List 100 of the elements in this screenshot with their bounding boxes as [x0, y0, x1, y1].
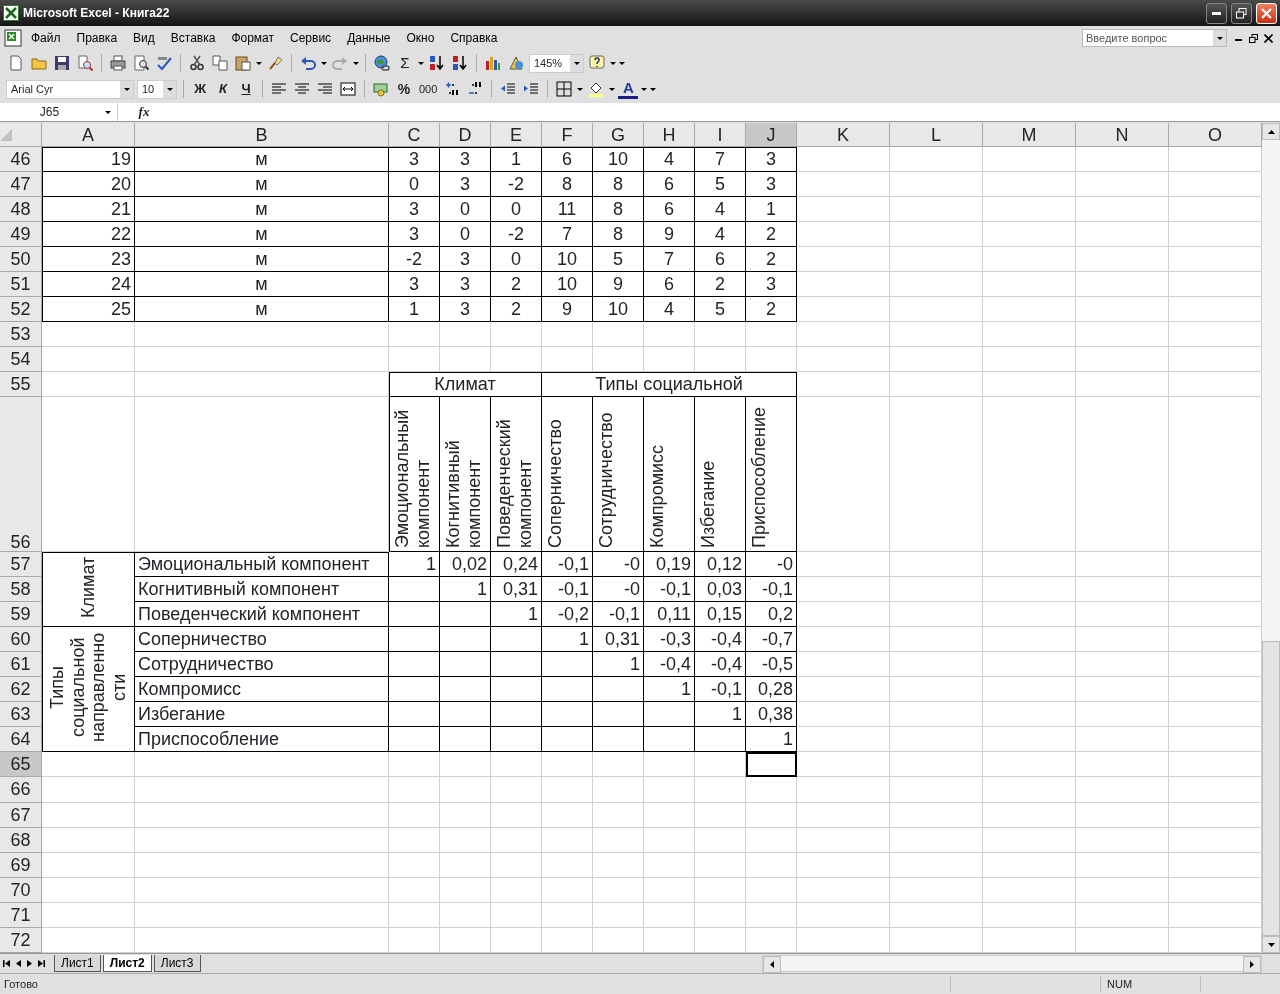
row-header[interactable]: 72	[0, 927, 42, 953]
sort-ascending-icon[interactable]	[429, 55, 445, 71]
scroll-up-button[interactable]	[1262, 123, 1280, 140]
sheet-tab[interactable]: Лист1	[54, 955, 101, 972]
caret-icon[interactable]	[1216, 36, 1223, 40]
bold-button[interactable]: Ж	[190, 78, 210, 100]
close-button[interactable]	[1256, 2, 1277, 24]
column-header[interactable]: B	[135, 123, 389, 147]
sheet-tab[interactable]: Лист2	[102, 955, 152, 972]
print-preview-icon[interactable]	[133, 55, 149, 71]
row-header[interactable]: 46	[0, 147, 42, 173]
menu-item[interactable]: Сервис	[283, 28, 339, 48]
row-header[interactable]: 64	[0, 727, 42, 753]
row-header[interactable]: 63	[0, 702, 42, 728]
row-header[interactable]: 49	[0, 222, 42, 248]
menu-item[interactable]: Правка	[69, 28, 125, 48]
underline-button[interactable]: Ч	[236, 78, 256, 100]
row-header[interactable]: 52	[0, 297, 42, 323]
percent-button[interactable]: %	[394, 78, 414, 100]
folder-icon[interactable]	[31, 55, 47, 71]
first-sheet-icon[interactable]	[3, 960, 10, 967]
insert-function-button[interactable]: fx	[118, 102, 170, 122]
column-header[interactable]: K	[797, 123, 890, 147]
previous-sheet-icon[interactable]	[16, 960, 21, 967]
currency-icon[interactable]	[373, 81, 389, 97]
scroll-right-button[interactable]	[1243, 956, 1261, 973]
row-header[interactable]: 67	[0, 802, 42, 828]
column-header[interactable]: F	[542, 123, 593, 147]
clipboard-icon[interactable]	[235, 55, 251, 71]
caret-icon[interactable]	[418, 61, 424, 65]
workbook-icon[interactable]	[4, 29, 22, 47]
copy-icon[interactable]	[212, 55, 228, 71]
indent-icon[interactable]	[523, 81, 540, 97]
font-color-button[interactable]: A	[618, 79, 639, 99]
minimize-button[interactable]	[1206, 2, 1227, 24]
caret-icon[interactable]	[577, 87, 584, 91]
scroll-down-button[interactable]	[1262, 936, 1280, 953]
row-header[interactable]: 50	[0, 247, 42, 273]
bar-chart-icon[interactable]	[485, 55, 501, 71]
brush-icon[interactable]	[267, 55, 283, 71]
row-header[interactable]: 53	[0, 322, 42, 348]
question-field[interactable]: Введите вопрос	[1082, 29, 1227, 47]
row-header[interactable]: 71	[0, 902, 42, 928]
row-header[interactable]: 54	[0, 347, 42, 373]
row-header[interactable]: 61	[0, 652, 42, 678]
row-header[interactable]: 51	[0, 272, 42, 298]
zoom-dropdown[interactable]: 145%	[529, 53, 584, 73]
column-header[interactable]: L	[890, 123, 983, 147]
row-header[interactable]: 70	[0, 877, 42, 903]
align-right-icon[interactable]	[317, 81, 333, 97]
scissors-icon[interactable]	[189, 55, 205, 71]
sheet-tab[interactable]: Лист3	[153, 955, 201, 972]
caret-icon[interactable]	[123, 87, 130, 91]
increase-decimal-icon[interactable]	[444, 81, 461, 97]
caret-icon[interactable]	[166, 87, 173, 91]
caret-icon[interactable]	[353, 61, 359, 65]
caret-icon[interactable]	[105, 110, 111, 114]
save-icon[interactable]	[54, 55, 70, 71]
row-header[interactable]: 69	[0, 852, 42, 878]
caret-icon[interactable]	[256, 61, 262, 65]
font-size-dropdown[interactable]: 10	[137, 79, 177, 99]
row-header[interactable]: 59	[0, 602, 42, 628]
sum-button[interactable]: Σ	[395, 52, 415, 74]
next-sheet-icon[interactable]	[27, 960, 32, 967]
fill-bucket-icon[interactable]	[588, 81, 605, 97]
menu-item[interactable]: Файл	[24, 28, 68, 48]
menu-item[interactable]: Данные	[340, 28, 398, 48]
scroll-thumb[interactable]	[1262, 641, 1280, 936]
globe-icon[interactable]	[374, 55, 390, 71]
column-header[interactable]: M	[983, 123, 1076, 147]
restore-button[interactable]	[1231, 2, 1252, 24]
row-header[interactable]: 57	[0, 552, 42, 578]
column-header[interactable]: E	[491, 123, 542, 147]
row-header[interactable]: 47	[0, 172, 42, 198]
row-header[interactable]: 48	[0, 197, 42, 223]
row-header[interactable]: 55	[0, 372, 42, 398]
row-header[interactable]: 58	[0, 577, 42, 603]
menu-item[interactable]: Формат	[224, 28, 282, 48]
menu-item[interactable]: Вставка	[163, 28, 223, 48]
name-box[interactable]: J65	[0, 103, 118, 121]
selected-cell[interactable]	[746, 752, 797, 778]
outdent-icon[interactable]	[500, 81, 517, 97]
close-icon[interactable]	[1264, 33, 1273, 43]
caret-icon[interactable]	[573, 61, 580, 65]
caret-icon[interactable]	[321, 61, 327, 65]
row-header[interactable]: 56	[0, 397, 42, 553]
new-document-icon[interactable]	[8, 55, 24, 71]
column-header[interactable]: A	[42, 123, 135, 147]
spell-check-icon[interactable]	[156, 55, 172, 71]
column-header[interactable]: G	[593, 123, 644, 147]
menu-item[interactable]: Вид	[126, 28, 162, 48]
undo-icon[interactable]	[300, 55, 316, 71]
decrease-decimal-icon[interactable]	[467, 81, 484, 97]
sort-descending-icon[interactable]	[452, 55, 468, 71]
print-icon[interactable]	[110, 55, 126, 71]
column-header[interactable]: I	[695, 123, 746, 147]
row-header[interactable]: 60	[0, 627, 42, 653]
font-dropdown[interactable]: Arial Cyr	[6, 79, 134, 99]
help-icon[interactable]	[589, 55, 605, 71]
row-header[interactable]: 65	[0, 752, 42, 778]
